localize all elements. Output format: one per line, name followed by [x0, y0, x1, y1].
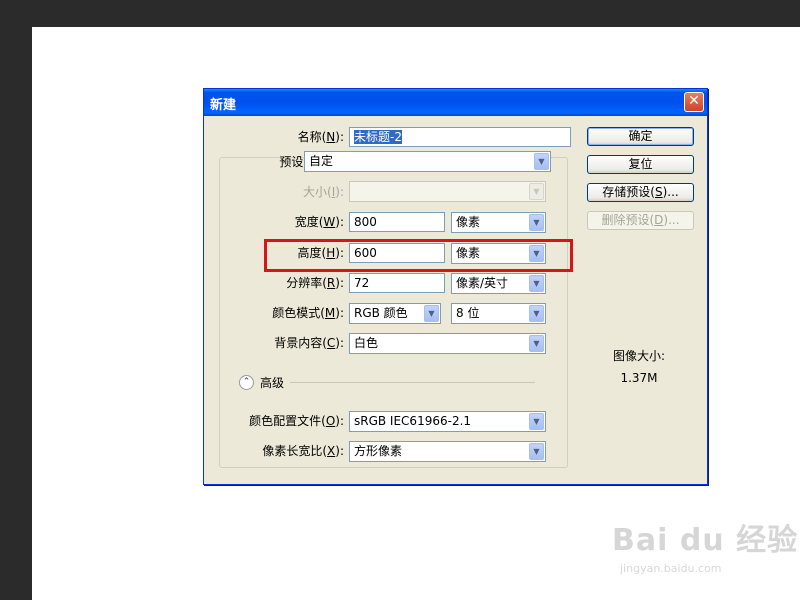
name-label: 名称(N): — [297, 130, 344, 144]
pixel-aspect-label: 像素长宽比(X): — [262, 444, 344, 458]
chevron-down-icon: ▼ — [529, 275, 544, 292]
image-size-value: 1.37M — [620, 371, 658, 385]
image-size-label: 图像大小: — [612, 349, 666, 363]
resolution-unit-select[interactable]: 像素/英寸 ▼ — [451, 273, 546, 294]
color-mode-label: 颜色模式(M): — [272, 306, 344, 320]
chevron-down-icon: ▼ — [424, 305, 439, 322]
size-select: ▼ — [349, 181, 546, 202]
resolution-label: 分辨率(R): — [286, 276, 344, 290]
chevron-down-icon: ▼ — [534, 153, 549, 170]
save-preset-button[interactable]: 存储预设(S)... — [587, 183, 694, 202]
width-unit-select[interactable]: 像素 ▼ — [451, 212, 546, 233]
name-input[interactable]: 未标题-2 — [349, 127, 571, 147]
chevron-down-icon: ▼ — [529, 413, 544, 430]
size-label: 大小(I): — [303, 185, 344, 199]
background-select[interactable]: 白色 ▼ — [349, 333, 546, 354]
delete-preset-button: 删除预设(D)... — [587, 211, 694, 230]
height-highlight-annotation — [264, 239, 573, 272]
resolution-input[interactable]: 72 — [349, 273, 445, 293]
bit-depth-select[interactable]: 8 位 ▼ — [451, 303, 546, 324]
chevron-down-icon: ▼ — [529, 183, 544, 200]
new-document-dialog: 新建 ✕ 名称(N): 未标题-2 预设(P): 自定▼ 大小(I): ▼ 宽度… — [203, 88, 708, 485]
dialog-titlebar[interactable]: 新建 ✕ — [204, 89, 707, 116]
watermark-url: jingyan.baidu.com — [620, 562, 722, 575]
chevron-down-icon: ▼ — [529, 335, 544, 352]
advanced-label[interactable]: 高级 — [260, 374, 284, 392]
color-mode-select[interactable]: RGB 颜色 ▼ — [349, 303, 441, 324]
pixel-aspect-select[interactable]: 方形像素 ▼ — [349, 441, 546, 462]
color-profile-label: 颜色配置文件(O): — [249, 414, 344, 428]
chevron-down-icon: ▼ — [529, 214, 544, 231]
advanced-divider — [290, 382, 535, 383]
dialog-title: 新建 — [210, 98, 237, 113]
preset-select[interactable]: 自定 ▼ — [304, 151, 551, 172]
ok-button[interactable]: 确定 — [587, 127, 694, 146]
close-icon[interactable]: ✕ — [684, 92, 704, 112]
preset-label: 预设(P): — [279, 155, 324, 169]
background-label: 背景内容(C): — [274, 336, 344, 350]
collapse-icon[interactable]: ⌃ — [239, 375, 254, 390]
width-input[interactable]: 800 — [349, 212, 445, 232]
reset-button[interactable]: 复位 — [587, 155, 694, 174]
chevron-down-icon: ▼ — [529, 443, 544, 460]
watermark-logo: Bai du 经验 — [612, 523, 799, 558]
chevron-down-icon: ▼ — [529, 305, 544, 322]
width-label: 宽度(W): — [294, 215, 344, 229]
color-profile-select[interactable]: sRGB IEC61966-2.1 ▼ — [349, 411, 546, 432]
